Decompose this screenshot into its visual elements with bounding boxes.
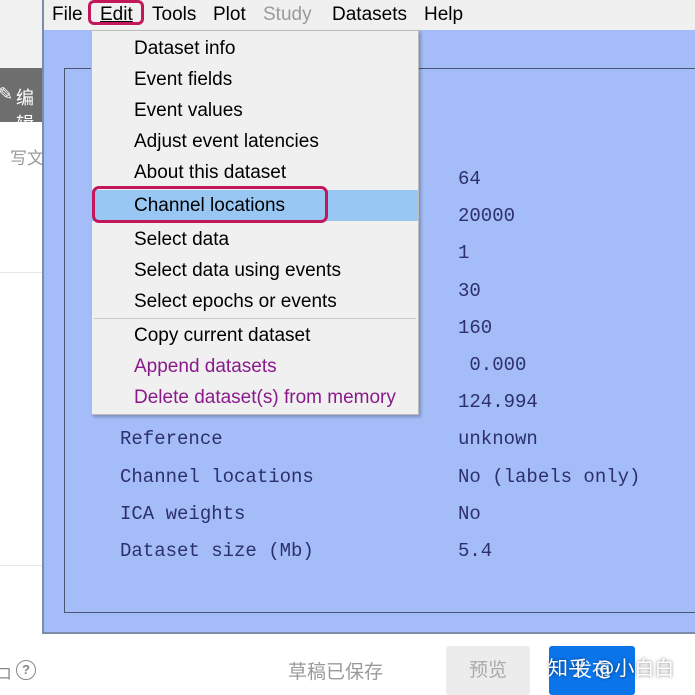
menu-plot[interactable]: Plot: [213, 2, 246, 28]
partial-icon: ロ: [0, 666, 13, 683]
info-value-epochs: 1: [458, 242, 470, 264]
preview-button[interactable]: 预览: [446, 646, 530, 695]
edit-annotation-box: [88, 0, 144, 25]
info-value-epoch-start: 0.000: [458, 354, 527, 376]
info-value-ica-weights: No: [458, 503, 481, 525]
info-value-events: 30: [458, 280, 481, 302]
menu-item-copy-current-dataset[interactable]: Copy current dataset: [92, 320, 418, 351]
background-header: [0, 0, 42, 68]
info-value-dataset-size: 5.4: [458, 540, 493, 562]
info-label-dataset-size: Dataset size (Mb): [120, 540, 314, 562]
menubar: File Edit Tools Plot Study Datasets Help: [44, 0, 695, 30]
menu-item-append-datasets[interactable]: Append datasets: [92, 351, 418, 382]
menu-item-event-fields[interactable]: Event fields: [92, 64, 418, 95]
menu-item-event-values[interactable]: Event values: [92, 95, 418, 126]
menu-item-dataset-info[interactable]: Dataset info: [92, 33, 418, 64]
menu-tools[interactable]: Tools: [152, 2, 196, 28]
menu-item-select-data[interactable]: Select data: [92, 224, 418, 255]
menu-file[interactable]: File: [52, 2, 83, 28]
menu-item-about-dataset[interactable]: About this dataset: [92, 157, 418, 188]
info-label-reference: Reference: [120, 428, 223, 450]
watermark: 知乎 @小白白: [548, 656, 675, 680]
menu-datasets[interactable]: Datasets: [332, 2, 407, 28]
menu-item-delete-datasets[interactable]: Delete dataset(s) from memory: [92, 382, 418, 413]
info-value-frames: 20000: [458, 205, 516, 227]
draft-saved-status: 草稿已保存: [288, 661, 384, 683]
info-value-channel-locations: No (labels only): [458, 466, 641, 488]
divider: [0, 272, 42, 273]
info-value-epoch-end: 124.994: [458, 391, 538, 413]
info-value-reference: unknown: [458, 428, 538, 450]
editor-placeholder[interactable]: 写文: [10, 144, 44, 169]
info-label-ica-weights: ICA weights: [120, 503, 246, 525]
info-value-srate: 160: [458, 317, 493, 339]
background-toolbar: ✎ 编辑: [0, 68, 42, 135]
menu-separator: [94, 318, 416, 319]
help-icon[interactable]: ?: [16, 660, 36, 680]
menu-item-select-data-using-events[interactable]: Select data using events: [92, 255, 418, 286]
background-edit-label[interactable]: 编辑: [16, 84, 42, 136]
menu-item-select-epochs-or-events[interactable]: Select epochs or events: [92, 286, 418, 317]
info-value-channels: 64: [458, 168, 481, 190]
pen-icon: ✎: [0, 84, 14, 104]
menu-help[interactable]: Help: [424, 2, 463, 28]
divider: [0, 565, 42, 566]
info-label-channel-locations: Channel locations: [120, 466, 314, 488]
channel-locations-annotation-box: [92, 186, 328, 223]
menu-item-adjust-event-latencies[interactable]: Adjust event latencies: [92, 126, 418, 157]
menu-study: Study: [263, 4, 312, 25]
